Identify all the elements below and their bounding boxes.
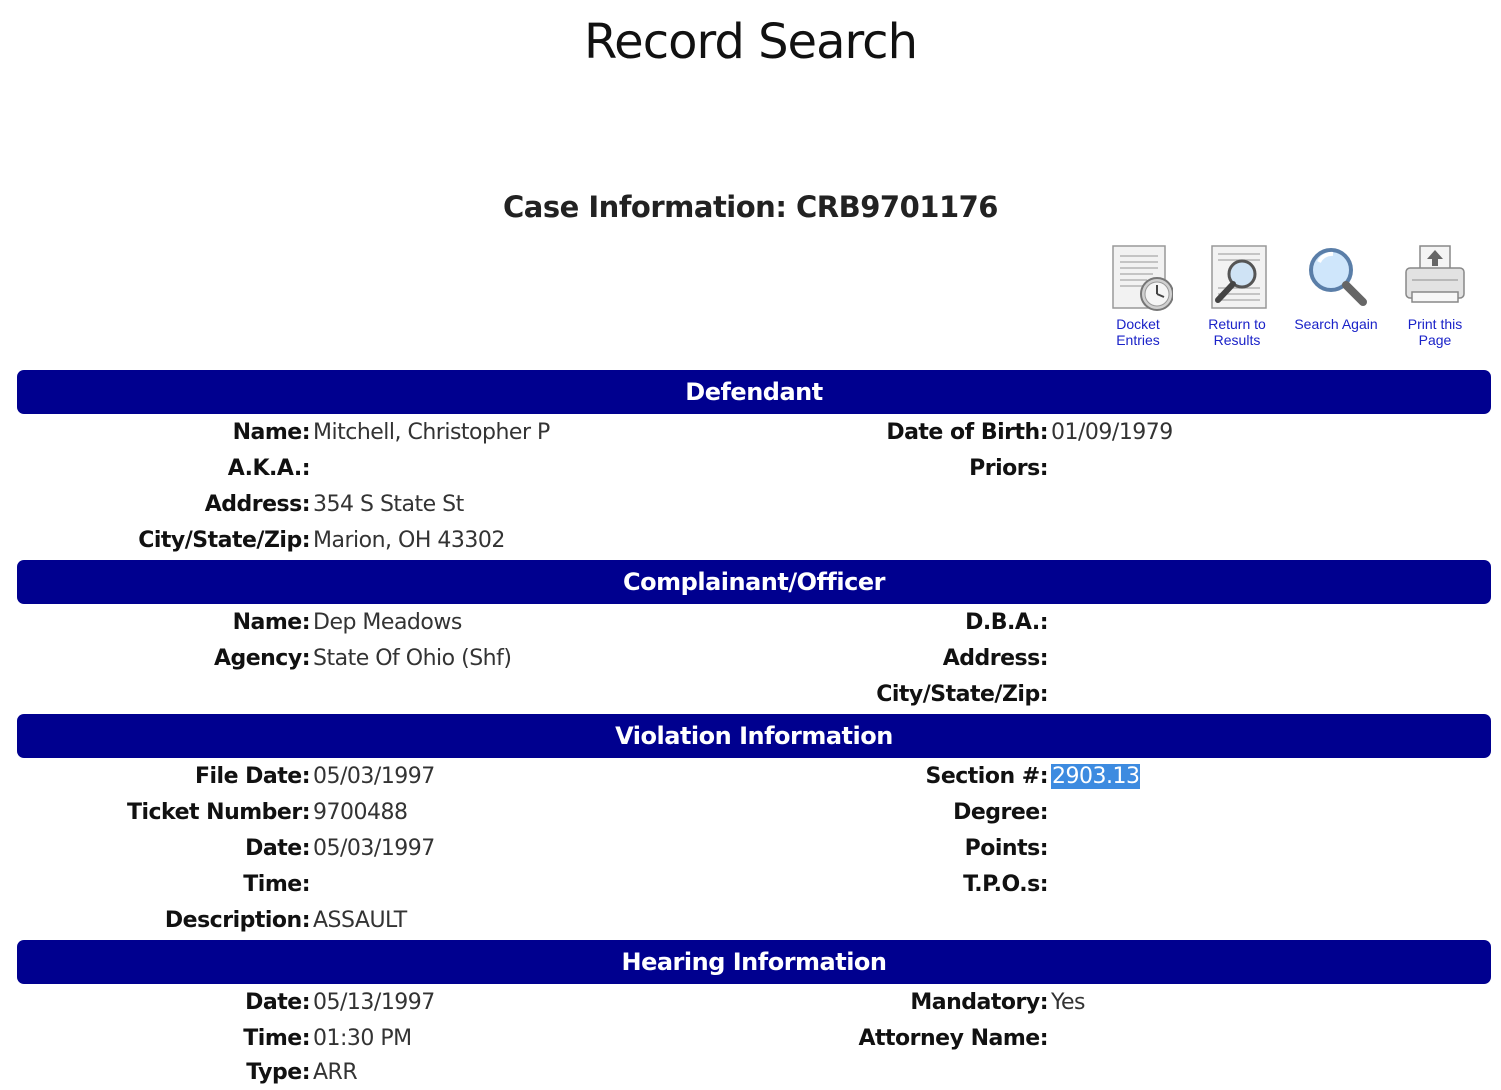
toolbar: Docket Entries Return to Results Search Ag… — [1090, 242, 1500, 352]
selected-section-text[interactable]: 2903.13 — [1051, 764, 1141, 789]
search-again-link[interactable]: Search Again — [1288, 242, 1384, 332]
defendant-row-1: Name: Mitchell, Christopher P Date of Bi… — [0, 416, 1501, 450]
complainant-row-3: City/State/Zip: — [0, 678, 1501, 712]
violation-section-value[interactable]: 2903.13 — [1051, 760, 1141, 794]
violation-row-1: File Date: 05/03/1997 Section #: 2903.13 — [0, 760, 1501, 794]
print-page-label[interactable]: Print this Page — [1387, 316, 1483, 348]
page-title: Record Search — [583, 14, 918, 70]
case-title: Case Information: CRB9701176 — [503, 190, 998, 224]
return-to-results-label[interactable]: Return to Results — [1189, 316, 1285, 348]
section-header-hearing: Hearing Information — [17, 940, 1491, 984]
hearing-row-3: Type: ARR — [0, 1056, 1501, 1090]
violation-row-3: Date: 05/03/1997 Points: — [0, 832, 1501, 866]
docket-icon — [1112, 245, 1173, 311]
hearing-row-1: Date: 05/13/1997 Mandatory: Yes — [0, 986, 1501, 1020]
defendant-csz-value: Marion, OH 43302 — [313, 528, 505, 553]
defendant-priors-label: Priors: — [969, 456, 1048, 481]
violation-desc-label: Description: — [164, 908, 311, 933]
complainant-row-1: Name: Dep Meadows D.B.A.: — [0, 606, 1501, 640]
docket-entries-link[interactable]: Docket Entries — [1090, 242, 1186, 348]
search-again-label[interactable]: Search Again — [1288, 316, 1384, 332]
hearing-mandatory-value: Yes — [1051, 990, 1086, 1015]
violation-section-label: Section #: — [925, 764, 1048, 789]
violation-row-2: Ticket Number: 9700488 Degree: — [0, 796, 1501, 830]
hearing-row-2: Time: 01:30 PM Attorney Name: — [0, 1022, 1501, 1056]
section-header-defendant: Defendant — [17, 370, 1491, 414]
defendant-row-2: A.K.A.: Priors: — [0, 452, 1501, 486]
defendant-csz-label: City/State/Zip: — [138, 528, 310, 553]
complainant-row-2: Agency: State Of Ohio (Shf) Address: — [0, 642, 1501, 676]
defendant-row-4: City/State/Zip: Marion, OH 43302 — [0, 524, 1501, 558]
hearing-attorney-label: Attorney Name: — [858, 1026, 1048, 1051]
complainant-address-label: Address: — [942, 646, 1049, 671]
defendant-row-3: Address: 354 S State St — [0, 488, 1501, 522]
docket-entries-label[interactable]: Docket Entries — [1090, 316, 1186, 348]
hearing-type-label: Type: — [246, 1060, 310, 1085]
hearing-type-value: ARR — [313, 1060, 358, 1085]
violation-row-4: Time: T.P.O.s: — [0, 868, 1501, 902]
defendant-address-value: 354 S State St — [313, 492, 464, 517]
defendant-dob-label: Date of Birth: — [886, 420, 1048, 445]
return-results-icon — [1211, 245, 1267, 309]
magnifier-icon — [1309, 248, 1367, 306]
complainant-dba-label: D.B.A.: — [965, 610, 1048, 635]
hearing-mandatory-label: Mandatory: — [910, 990, 1048, 1015]
defendant-address-label: Address: — [204, 492, 311, 517]
violation-tpos-label: T.P.O.s: — [963, 872, 1048, 897]
print-page-link[interactable]: Print this Page — [1387, 242, 1483, 348]
violation-desc-value: ASSAULT — [313, 908, 407, 933]
violation-points-label: Points: — [964, 836, 1049, 861]
violation-degree-label: Degree: — [953, 800, 1048, 825]
defendant-dob-value: 01/09/1979 — [1051, 420, 1173, 445]
section-header-complainant: Complainant/Officer — [17, 560, 1491, 604]
section-header-violation: Violation Information — [17, 714, 1491, 758]
printer-icon — [1405, 245, 1465, 303]
return-to-results-link[interactable]: Return to Results — [1189, 242, 1285, 348]
violation-row-5: Description: ASSAULT — [0, 904, 1501, 938]
complainant-csz-label: City/State/Zip: — [876, 682, 1048, 707]
